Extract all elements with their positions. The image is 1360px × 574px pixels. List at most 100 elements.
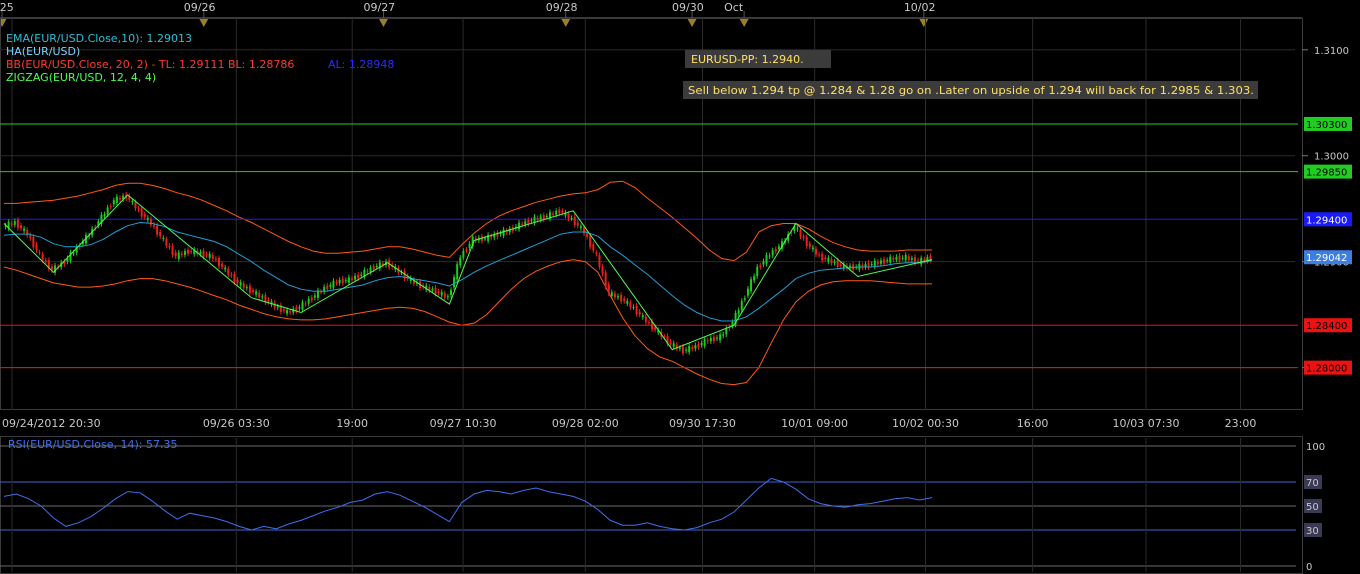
candle-body	[13, 221, 16, 225]
candle-body	[709, 338, 712, 342]
candle-body	[465, 249, 468, 251]
date-marker-label: 09/26	[184, 1, 216, 14]
candle-body	[239, 282, 242, 286]
candle-body	[889, 256, 892, 263]
candle-body	[688, 346, 691, 353]
candle-body	[347, 277, 350, 283]
candle-body	[32, 236, 35, 248]
candle-body	[180, 253, 183, 256]
candle-body	[796, 228, 799, 230]
candle-body	[586, 233, 589, 237]
candle-body	[131, 200, 134, 203]
candle-body	[252, 290, 255, 293]
x-tick-label: 09/24/2012 20:30	[2, 417, 101, 430]
candle-body	[920, 258, 923, 265]
candle-body	[267, 299, 270, 302]
legend-ha: HA(EUR/USD)	[6, 45, 80, 58]
legend-zigzag: ZIGZAG(EUR/USD, 12, 4, 4)	[6, 71, 156, 84]
candle-body	[10, 223, 13, 225]
candle-body	[449, 289, 452, 296]
candle-body	[214, 258, 217, 260]
rsi-y-tick-label: 30	[1306, 526, 1319, 537]
candle-body	[904, 254, 907, 261]
candle-body	[41, 254, 44, 261]
forex-chart-canvas: 09/25 09/26 09/27 09/28 09/30 Oct 10/02 1.3100…	[0, 0, 1360, 574]
candle-body	[558, 209, 561, 214]
candle-body	[604, 272, 607, 287]
candle-body	[208, 253, 211, 258]
candle-body	[539, 216, 542, 220]
annotation-strategy[interactable]: Sell below 1.294 tp @ 1.284 & 1.28 go on…	[683, 81, 1258, 99]
candle-body	[106, 207, 109, 215]
candle-body	[304, 303, 307, 305]
candle-body	[431, 289, 434, 291]
candle-body	[332, 280, 335, 288]
candle-body	[879, 260, 882, 264]
candle-body	[171, 245, 174, 255]
candle-body	[320, 291, 323, 293]
candle-body	[613, 293, 616, 298]
candle-body	[923, 259, 926, 261]
candle-body	[746, 288, 749, 296]
candle-body	[620, 294, 623, 302]
candle-body	[542, 215, 545, 220]
candle-body	[545, 216, 548, 218]
candle-body	[372, 266, 375, 270]
candle-body	[595, 252, 598, 254]
y-tick-label: 1.3000	[1314, 152, 1349, 163]
candle-body	[892, 258, 895, 260]
candle-body	[799, 229, 802, 237]
candle-body	[873, 260, 876, 267]
candle-body	[830, 259, 833, 263]
candle-body	[115, 196, 118, 203]
x-tick-label: 10/02 00:30	[892, 417, 959, 430]
candle-body	[685, 349, 688, 351]
candle-body	[573, 216, 576, 226]
candle-body	[530, 220, 533, 222]
candle-body	[635, 305, 638, 315]
candle-body	[168, 245, 171, 248]
candle-body	[329, 284, 332, 287]
candle-body	[261, 296, 264, 298]
date-marker-label: 09/27	[363, 1, 395, 14]
candle-body	[205, 254, 208, 256]
candle-body	[183, 251, 186, 256]
legend-bb-al: AL: 1.28948	[328, 58, 394, 71]
candle-body	[883, 259, 886, 264]
candle-body	[112, 200, 115, 205]
candle-body	[354, 275, 357, 280]
annotation-pivot[interactable]: EURUSD-PP: 1.2940.	[685, 50, 831, 68]
candle-body	[230, 274, 233, 276]
candle-body	[202, 250, 205, 257]
last-price-label: 1.29042	[1306, 253, 1347, 264]
candle-body	[901, 257, 904, 259]
candle-body	[437, 291, 440, 293]
candle-body	[484, 238, 487, 240]
candle-body	[502, 229, 505, 236]
candle-body	[153, 224, 156, 227]
candle-body	[839, 264, 842, 266]
date-marker-label: 09/25	[0, 1, 14, 14]
candle-body	[827, 257, 830, 262]
candle-body	[765, 255, 768, 264]
candle-body	[771, 250, 774, 256]
candle-body	[886, 260, 889, 262]
candle-body	[357, 274, 360, 279]
rsi-y-tick-label: 50	[1306, 502, 1319, 513]
candle-body	[567, 213, 570, 219]
candle-body	[177, 252, 180, 259]
candle-body	[601, 266, 604, 274]
candle-body	[462, 250, 465, 258]
candle-body	[756, 266, 759, 277]
candle-body	[521, 223, 524, 225]
candle-body	[282, 309, 285, 311]
candle-body	[468, 243, 471, 248]
candle-body	[524, 221, 527, 225]
candle-body	[527, 219, 530, 224]
candle-body	[453, 277, 456, 288]
candle-body	[16, 219, 19, 228]
candle-body	[149, 219, 152, 225]
candle-body	[289, 311, 292, 313]
candle-body	[443, 293, 446, 298]
candle-body	[815, 248, 817, 255]
